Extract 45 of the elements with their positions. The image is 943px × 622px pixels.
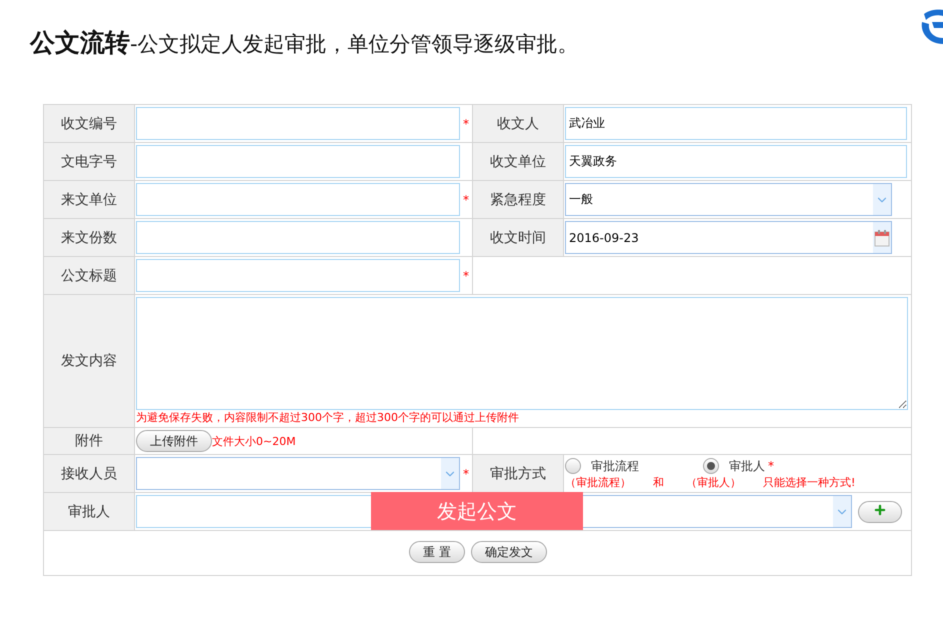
content-textarea[interactable] — [136, 297, 908, 410]
field-label: 收文人 — [472, 104, 564, 142]
action-button[interactable]: 重 置 — [409, 541, 465, 563]
field-label: 文电字号 — [44, 142, 134, 180]
upload-button[interactable]: 上传附件 — [136, 430, 212, 452]
required-mark: * — [463, 466, 469, 480]
field-label: 公文标题 — [44, 256, 134, 294]
hint-text: （审批流程） 和 （审批人） 只能选择一种方式! — [565, 474, 856, 490]
date-field[interactable]: 2016-09-23 — [565, 221, 892, 254]
title-toast: 发起公文 — [371, 492, 583, 530]
hint-text: 文件大小0~20M — [212, 434, 296, 448]
field-label: 收文单位 — [472, 142, 564, 180]
calendar-icon[interactable] — [874, 228, 890, 246]
field-label: 接收人员 — [44, 454, 134, 492]
action-button[interactable]: 确定发文 — [470, 541, 547, 563]
hint-text: 为避免保存失败，内容限制不超过300个字，超过300个字的可以通过上传附件 — [136, 410, 520, 425]
field-label: 来文份数 — [44, 218, 134, 256]
field-label: 收文时间 — [472, 218, 564, 256]
text-field[interactable]: 武冶业 — [565, 107, 907, 140]
text-field[interactable]: 天翼政务 — [565, 145, 907, 178]
field-label: 发文内容 — [44, 294, 134, 428]
field-label: 附件 — [44, 428, 134, 454]
text-field[interactable] — [136, 221, 460, 254]
text-field[interactable] — [136, 107, 460, 140]
field-label: 审批人 — [44, 492, 134, 530]
radio-button[interactable] — [565, 458, 581, 474]
field-label: 收文编号 — [44, 104, 134, 142]
select-field[interactable] — [136, 457, 460, 490]
add-button[interactable] — [858, 500, 902, 522]
page-title: 公文流转-公文拟定人发起审批，单位分管领导逐级审批。 — [30, 26, 579, 58]
field-label: 审批方式 — [472, 454, 564, 492]
required-mark: * — [463, 268, 469, 282]
required-mark: * — [463, 116, 469, 130]
text-field[interactable] — [136, 259, 460, 292]
field-label: 紧急程度 — [472, 180, 564, 218]
field-label: 来文单位 — [44, 180, 134, 218]
required-mark: * — [768, 459, 774, 473]
select-field[interactable]: 一般 — [565, 183, 892, 216]
text-field[interactable] — [136, 145, 460, 178]
required-mark: * — [463, 192, 469, 206]
radio-button[interactable] — [703, 458, 719, 474]
radio-label[interactable]: 审批人 — [729, 458, 765, 474]
radio-label[interactable]: 审批流程 — [591, 458, 639, 474]
plus-icon — [873, 503, 887, 517]
text-field[interactable] — [136, 183, 460, 216]
